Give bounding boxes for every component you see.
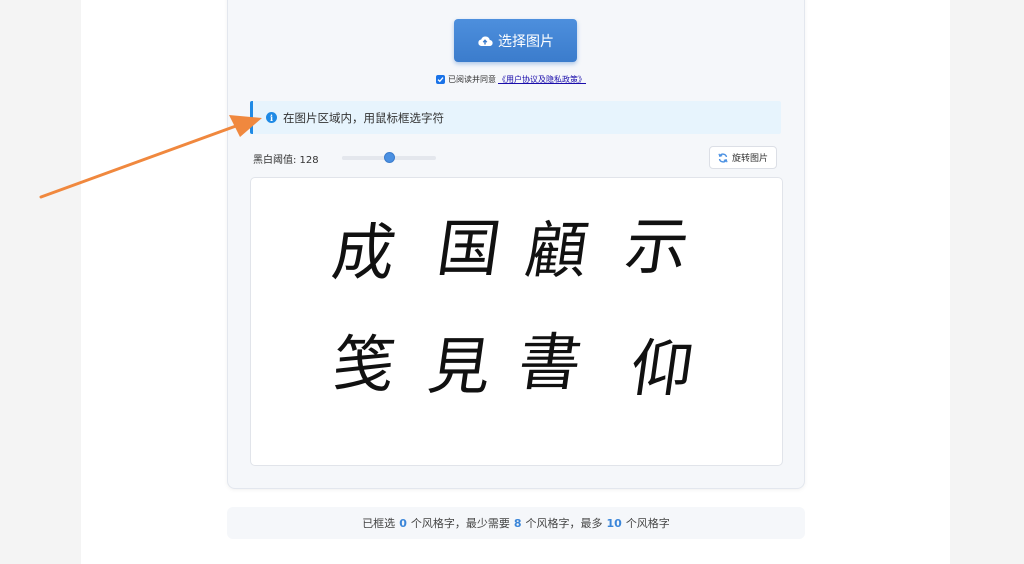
check-icon: [437, 76, 444, 82]
rotate-icon: [718, 152, 728, 163]
min-count: 8: [513, 516, 522, 530]
agreement-link[interactable]: 《用户协议及隐私政策》: [498, 74, 586, 85]
info-icon: i: [266, 112, 277, 123]
status-text-3: 个风格字，最多: [525, 517, 603, 530]
slider-fill: [342, 156, 390, 160]
calligraphy-char: 国: [432, 212, 506, 285]
calligraphy-char: 仰: [625, 332, 699, 405]
calligraphy-char: 示: [620, 210, 694, 283]
upload-card: 选择图片 已阅读并同意 《用户协议及隐私政策》 i 在图片区域内，用鼠标框选字符…: [227, 0, 805, 489]
agreement-text: 已阅读并同意: [448, 74, 496, 84]
calligraphy-char: 書: [513, 326, 587, 399]
image-selection-area[interactable]: 成 国 顧 示 笺 見 書 仰: [250, 177, 783, 466]
rotate-image-label: 旋转图片: [731, 153, 768, 163]
calligraphy-char: 顧: [520, 214, 594, 287]
rotate-image-button[interactable]: 旋转图片: [709, 146, 777, 169]
select-image-button[interactable]: 选择图片: [454, 19, 577, 62]
calligraphy-char: 笺: [327, 328, 401, 401]
threshold-label: 黑白阈值: 128: [253, 155, 319, 166]
status-text-4: 个风格字: [625, 517, 670, 530]
select-image-label: 选择图片: [498, 32, 554, 49]
info-banner: i 在图片区域内，用鼠标框选字符: [250, 101, 781, 134]
cloud-upload-icon: [478, 36, 493, 46]
max-count: 10: [606, 516, 622, 530]
selected-count: 0: [399, 516, 407, 530]
calligraphy-char: 見: [423, 330, 497, 403]
info-text: 在图片区域内，用鼠标框选字符: [283, 110, 444, 125]
selection-status-bar: 已框选 0 个风格字，最少需要 8 个风格字，最多 10 个风格字: [227, 507, 805, 539]
agreement-row: 已阅读并同意 《用户协议及隐私政策》: [436, 72, 586, 86]
slider-knob[interactable]: [383, 152, 395, 163]
threshold-slider[interactable]: [342, 152, 436, 163]
status-text-2: 个风格字，最少需要: [410, 517, 510, 530]
calligraphy-char: 成: [327, 216, 401, 289]
status-text-1: 已框选: [362, 517, 396, 530]
agreement-checkbox[interactable]: [436, 74, 445, 84]
